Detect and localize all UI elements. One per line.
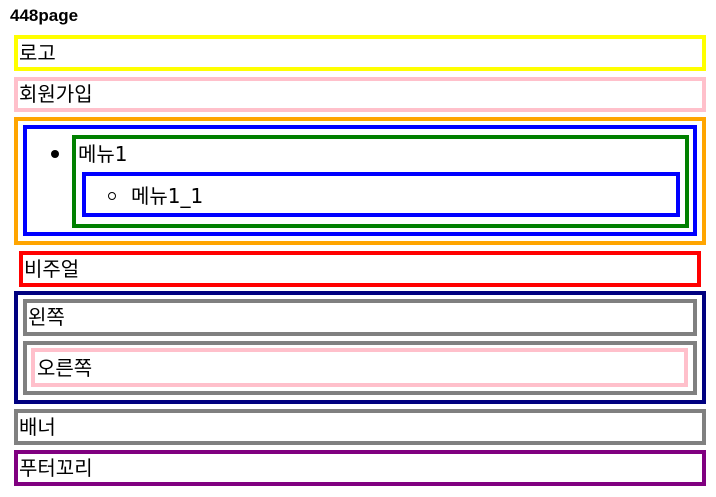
footer-box (14, 450, 706, 486)
menu-bullet-icon (51, 150, 59, 158)
logo-box (14, 35, 706, 71)
logo-label: 로고 (19, 41, 56, 65)
left-label: 왼쪽 (28, 305, 65, 329)
footer-label: 푸터꼬리 (19, 456, 93, 480)
left-box (23, 299, 697, 336)
signup-box (14, 77, 706, 112)
visual-box (19, 251, 701, 287)
submenu-item-label[interactable]: 메뉴1_1 (131, 184, 203, 208)
right-inner-box (31, 348, 688, 387)
page-title: 448page (10, 6, 79, 25)
banner-box (14, 409, 706, 445)
right-label: 오른쪽 (37, 356, 93, 380)
signup-label[interactable]: 회원가입 (19, 82, 93, 106)
submenu-bullet-icon (108, 192, 116, 200)
banner-label: 배너 (19, 415, 56, 439)
menu-item-label[interactable]: 메뉴1 (78, 142, 128, 166)
visual-label: 비주얼 (24, 257, 80, 281)
